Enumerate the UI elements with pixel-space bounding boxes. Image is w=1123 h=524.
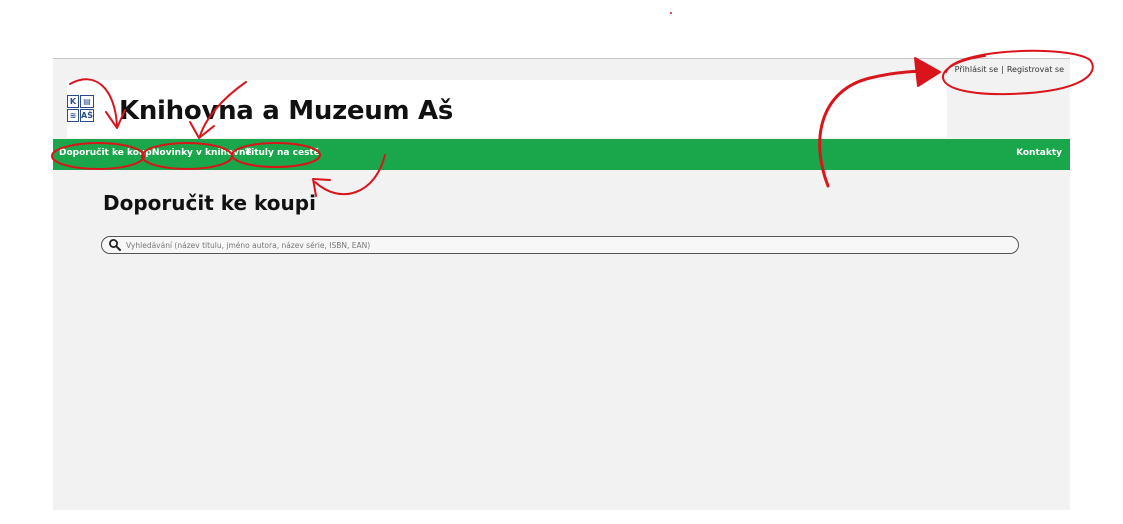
nav-contacts[interactable]: Kontakty: [1016, 148, 1062, 158]
nav-library-news[interactable]: Novinky v knihovně: [152, 148, 252, 158]
auth-separator: |: [1001, 65, 1004, 74]
nav-recommend-purchase[interactable]: Doporučit ke koupi: [59, 148, 155, 158]
auth-links: Přihlásit se | Registrovat se: [955, 65, 1064, 74]
logo-cell-as: AŠ: [80, 109, 94, 122]
site-title[interactable]: Knihovna a Muzeum Aš: [119, 96, 453, 126]
main-navigation: Doporučit ke koupi Novinky v knihovně Ti…: [53, 139, 1070, 170]
search-icon[interactable]: [108, 238, 122, 252]
login-link[interactable]: Přihlásit se: [955, 65, 999, 74]
library-logo[interactable]: K ▤ ≋ AŠ: [67, 95, 94, 122]
search-bar[interactable]: [101, 236, 1019, 254]
browser-viewport: Přihlásit se | Registrovat se K ▤ ≋ AŠ Kni…: [53, 58, 1070, 510]
search-input[interactable]: [126, 240, 1018, 250]
nav-titles-on-way[interactable]: Tituly na cestě: [245, 148, 320, 158]
top-divider: [53, 58, 1070, 59]
register-link[interactable]: Registrovat se: [1007, 65, 1064, 74]
logo-cell-book: ▤: [80, 95, 94, 108]
page-title: Doporučit ke koupi: [103, 191, 316, 215]
logo-cell-k: K: [67, 95, 80, 108]
annotation-dot: [670, 12, 672, 14]
logo-cell-wave: ≋: [67, 109, 80, 122]
